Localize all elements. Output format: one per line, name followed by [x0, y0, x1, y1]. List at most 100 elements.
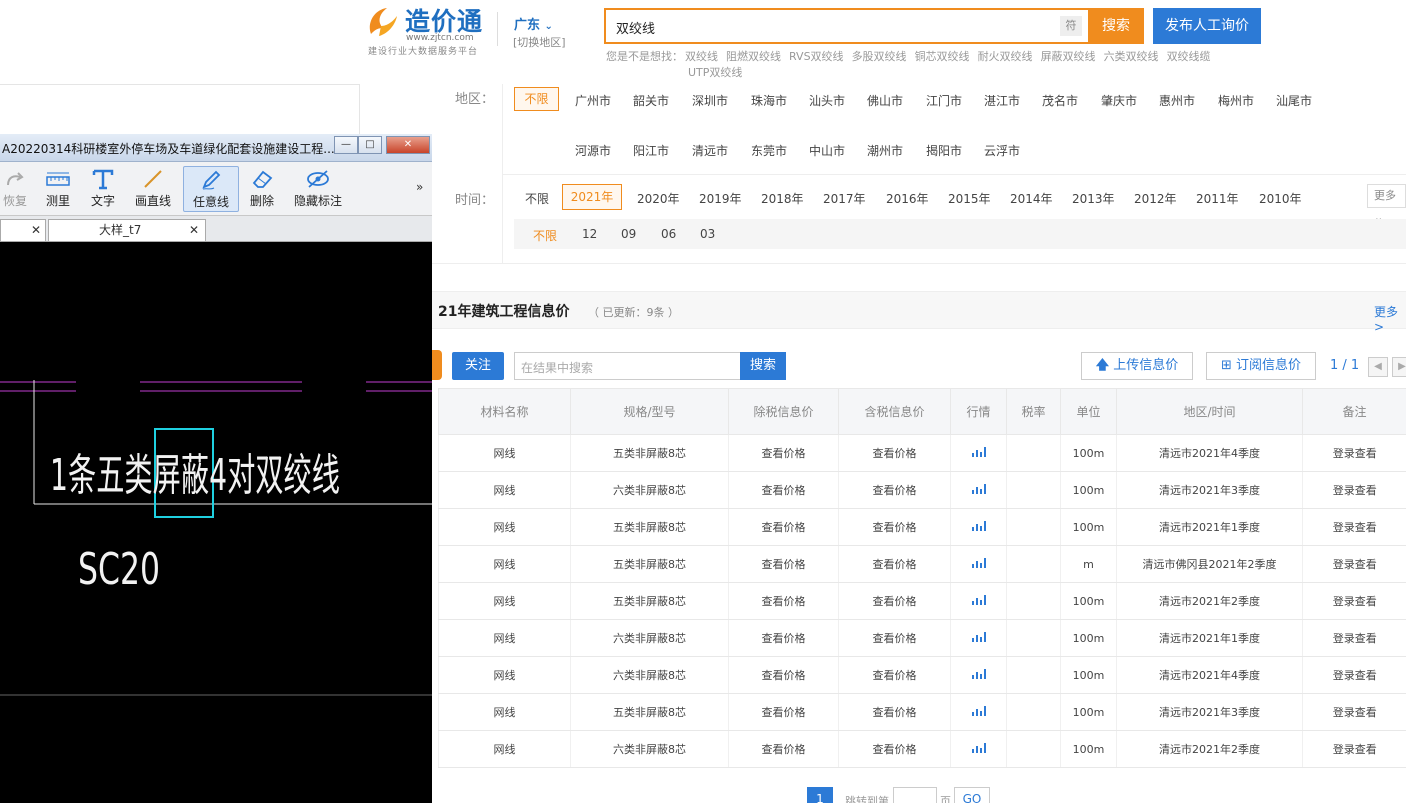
page-1-button[interactable]: 1: [807, 787, 833, 803]
price-incl-tax-link[interactable]: 查看价格: [838, 656, 951, 694]
suggestion-item[interactable]: 耐火双绞线: [978, 50, 1033, 63]
region-option[interactable]: 不限: [514, 87, 559, 111]
region-option[interactable]: 清远市: [692, 142, 728, 159]
trend-icon[interactable]: [950, 730, 1007, 768]
year-option[interactable]: 2017年: [823, 190, 866, 207]
result-search-button[interactable]: 搜索: [740, 352, 786, 380]
month-option[interactable]: 12: [582, 227, 597, 241]
price-incl-tax-link[interactable]: 查看价格: [838, 693, 951, 731]
erase-tool[interactable]: 删除: [244, 166, 280, 212]
year-option[interactable]: 2018年: [761, 190, 804, 207]
search-input[interactable]: 双绞线: [616, 18, 655, 37]
month-option[interactable]: 03: [700, 227, 715, 241]
close-icon[interactable]: ✕: [31, 220, 41, 240]
region-option[interactable]: 河源市: [575, 142, 611, 159]
chart-bar-icon[interactable]: [971, 446, 986, 457]
region-option[interactable]: 深圳市: [692, 92, 728, 109]
region-option[interactable]: 肇庆市: [1101, 92, 1137, 109]
region-option[interactable]: 湛江市: [984, 92, 1020, 109]
price-excl-tax-link[interactable]: 查看价格: [728, 434, 839, 472]
year-option[interactable]: 2020年: [637, 190, 680, 207]
login-view-link[interactable]: 登录查看: [1302, 619, 1406, 657]
chart-bar-icon[interactable]: [971, 520, 986, 531]
region-option[interactable]: 佛山市: [867, 92, 903, 109]
region-option[interactable]: 汕头市: [809, 92, 845, 109]
region-time-link[interactable]: 清远市2021年2季度: [1116, 582, 1303, 620]
trend-icon[interactable]: [950, 434, 1007, 472]
price-excl-tax-link[interactable]: 查看价格: [728, 582, 839, 620]
month-option-selected[interactable]: 不限: [533, 227, 557, 244]
trend-icon[interactable]: [950, 693, 1007, 731]
year-option[interactable]: 2019年: [699, 190, 742, 207]
logo-icon[interactable]: [365, 4, 401, 40]
close-icon[interactable]: ✕: [189, 220, 199, 240]
price-incl-tax-link[interactable]: 查看价格: [838, 545, 951, 583]
cad-tab-previous[interactable]: ✕: [0, 219, 46, 241]
year-option[interactable]: 不限: [525, 190, 549, 207]
login-view-link[interactable]: 登录查看: [1302, 545, 1406, 583]
material-name[interactable]: 网线: [438, 545, 571, 583]
login-view-link[interactable]: 登录查看: [1302, 730, 1406, 768]
freehand-tool[interactable]: 任意线: [183, 166, 239, 212]
year-option[interactable]: 2011年: [1196, 190, 1239, 207]
material-name[interactable]: 网线: [438, 730, 571, 768]
region-time-link[interactable]: 清远市2021年3季度: [1116, 471, 1303, 509]
go-button[interactable]: GO: [954, 787, 990, 803]
price-incl-tax-link[interactable]: 查看价格: [838, 434, 951, 472]
login-view-link[interactable]: 登录查看: [1302, 434, 1406, 472]
login-view-link[interactable]: 登录查看: [1302, 693, 1406, 731]
year-option[interactable]: 2016年: [886, 190, 929, 207]
region-option[interactable]: 茂名市: [1042, 92, 1078, 109]
measure-tool[interactable]: 测里: [40, 166, 76, 212]
price-incl-tax-link[interactable]: 查看价格: [838, 508, 951, 546]
cad-titlebar[interactable]: A20220314科研楼室外停车场及车道绿化配套设施建设工程... — □ ✕: [0, 134, 432, 162]
suggestion-item[interactable]: 阻燃双绞线: [726, 50, 781, 63]
material-name[interactable]: 网线: [438, 693, 571, 731]
region-option[interactable]: 梅州市: [1218, 92, 1254, 109]
region-time-link[interactable]: 清远市2021年2季度: [1116, 730, 1303, 768]
price-excl-tax-link[interactable]: 查看价格: [728, 619, 839, 657]
month-option[interactable]: 09: [621, 227, 636, 241]
suggestion-item[interactable]: RVS双绞线: [789, 50, 844, 63]
trend-icon[interactable]: [950, 508, 1007, 546]
jump-page-input[interactable]: [893, 787, 937, 803]
price-incl-tax-link[interactable]: 查看价格: [838, 730, 951, 768]
close-button[interactable]: ✕: [386, 136, 430, 154]
region-option[interactable]: 阳江市: [633, 142, 669, 159]
region-option[interactable]: 汕尾市: [1276, 92, 1312, 109]
search-box[interactable]: 双绞线 符: [604, 8, 1088, 44]
suggestion-item[interactable]: 双绞线: [685, 50, 718, 63]
price-excl-tax-link[interactable]: 查看价格: [728, 508, 839, 546]
year-option[interactable]: 2015年: [948, 190, 991, 207]
chart-bar-icon[interactable]: [971, 668, 986, 679]
region-time-link[interactable]: 清远市2021年3季度: [1116, 693, 1303, 731]
toolbar-overflow-icon[interactable]: »: [416, 180, 423, 194]
year-option[interactable]: 2013年: [1072, 190, 1115, 207]
region-option[interactable]: 潮州市: [867, 142, 903, 159]
trend-icon[interactable]: [950, 471, 1007, 509]
login-view-link[interactable]: 登录查看: [1302, 656, 1406, 694]
line-tool[interactable]: 画直线: [130, 166, 176, 212]
year-option-selected[interactable]: 2021年: [562, 184, 622, 210]
chart-bar-icon[interactable]: [971, 705, 986, 716]
minimize-button[interactable]: —: [334, 136, 358, 154]
year-option[interactable]: 2014年: [1010, 190, 1053, 207]
region-option[interactable]: 广州市: [575, 92, 611, 109]
region-option[interactable]: 江门市: [926, 92, 962, 109]
suggestion-item[interactable]: 铜芯双绞线: [915, 50, 970, 63]
text-tool[interactable]: 文字: [86, 166, 120, 212]
more-years-button[interactable]: 更多⌄: [1367, 184, 1406, 224]
price-incl-tax-link[interactable]: 查看价格: [838, 619, 951, 657]
month-option[interactable]: 06: [661, 227, 676, 241]
chart-bar-icon[interactable]: [971, 483, 986, 494]
section-more-link[interactable]: 更多 >: [1374, 303, 1406, 334]
region-time-link[interactable]: 清远市2021年1季度: [1116, 508, 1303, 546]
hide-annotation-tool[interactable]: 隐藏标注: [290, 166, 346, 212]
region-option[interactable]: 揭阳市: [926, 142, 962, 159]
publish-inquiry-button[interactable]: 发布人工询价: [1153, 8, 1261, 44]
symbol-button[interactable]: 符: [1060, 16, 1082, 36]
region-selector[interactable]: 广东 ⌄: [514, 14, 553, 33]
cad-tab-active[interactable]: 大样_t7 ✕: [48, 219, 206, 241]
price-incl-tax-link[interactable]: 查看价格: [838, 471, 951, 509]
login-view-link[interactable]: 登录查看: [1302, 582, 1406, 620]
